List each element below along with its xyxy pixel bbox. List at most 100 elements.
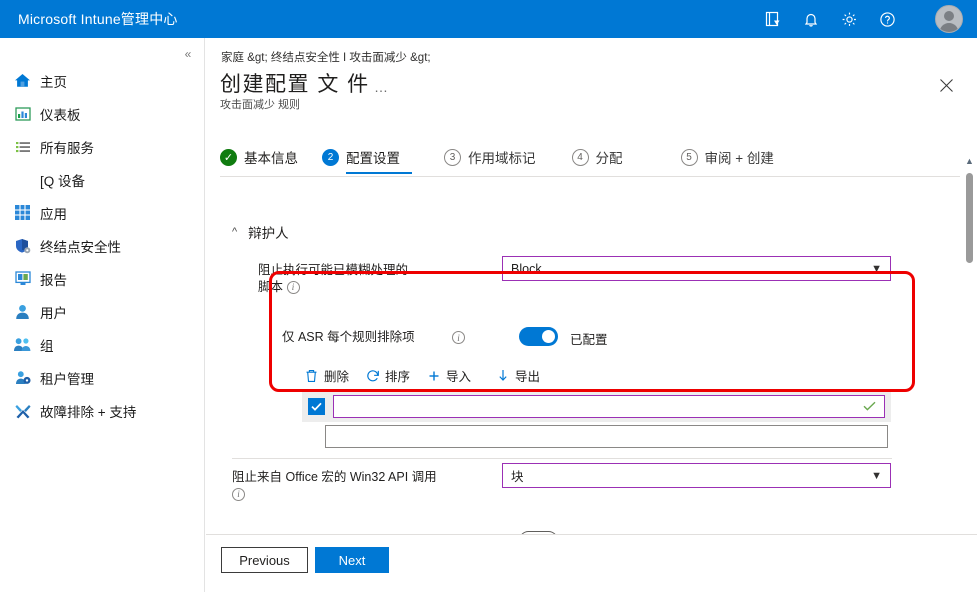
apps-grid-icon	[14, 204, 31, 221]
exclusion-path-input[interactable]	[333, 395, 885, 418]
step-number: 3	[444, 148, 461, 166]
feedback-icon[interactable]	[763, 9, 783, 29]
more-options-icon[interactable]: …	[374, 79, 390, 95]
chevron-up-icon: ^	[232, 225, 238, 238]
notifications-bell-icon[interactable]	[801, 9, 821, 29]
dashboard-chart-icon	[14, 105, 31, 122]
step-number: 2	[322, 148, 339, 166]
tenant-admin-icon	[14, 369, 31, 386]
breadcrumb[interactable]: 家庭 &gt; 终结点安全性 I 攻击面减少 &gt;	[221, 49, 431, 65]
sidebar-item-label: 故障排除 + 支持	[40, 404, 137, 420]
page-title: 创建配置 文 件	[220, 73, 370, 96]
asr-exclusions-label-1: 仅 ASR 每个规则排除项	[282, 330, 415, 344]
page-subtitle: 攻击面减少 规则	[220, 99, 301, 111]
command-label: 导出	[515, 370, 541, 384]
exclusion-row-2-input[interactable]	[325, 425, 888, 448]
sidebar-item-troubleshoot[interactable]: 故障排除 + 支持	[0, 394, 204, 427]
sidebar-item-devices[interactable]: [Q 设备	[0, 163, 204, 196]
field-office-macro-win32-dropdown[interactable]: 块 ▼	[502, 463, 891, 488]
header-divider	[220, 176, 960, 177]
sidebar-item-groups[interactable]: 组	[0, 328, 204, 361]
troubleshoot-wrench-icon	[14, 402, 31, 419]
field-label-line1: 阻止执行可能已模糊处理的	[258, 263, 409, 277]
sidebar-item-label: 主页	[40, 74, 67, 90]
sidebar-item-label: 所有服务	[40, 140, 94, 156]
step-assignments[interactable]: 4 分配	[571, 138, 623, 176]
info-icon[interactable]: i	[232, 488, 245, 502]
step-label: 配置设置	[346, 151, 400, 166]
info-icon[interactable]: i	[452, 331, 465, 344]
valid-green-check-icon	[863, 400, 876, 414]
info-icon[interactable]: i	[286, 281, 300, 295]
help-question-icon[interactable]	[877, 9, 897, 29]
top-header-bar: Microsoft Intune管理中心	[0, 0, 977, 38]
export-button[interactable]: 导出	[495, 366, 540, 385]
trash-delete-icon	[304, 368, 319, 383]
sort-button[interactable]: 排序	[365, 366, 410, 385]
app-title: Microsoft Intune管理中心	[18, 11, 178, 27]
delete-button[interactable]: 删除	[304, 366, 349, 385]
header-actions	[763, 0, 977, 38]
field-office-macro-win32-label: 阻止来自 Office 宏的 Win32 API 调用 i	[232, 469, 482, 503]
form-divider	[232, 458, 892, 459]
all-services-list-icon	[14, 138, 31, 155]
settings-gear-icon[interactable]	[839, 9, 859, 29]
sidebar-item-all-services[interactable]: 所有服务	[0, 130, 204, 163]
next-button[interactable]: Next	[315, 547, 389, 573]
groups-people-icon	[14, 336, 31, 353]
step-configuration-settings[interactable]: 2 配置设置	[322, 138, 412, 176]
sidebar-item-reports[interactable]: 报告	[0, 262, 204, 295]
intune-admin-center-page: Microsoft Intune管理中心 « 主页 仪表板 所有服务 [Q 设备…	[0, 0, 977, 592]
close-icon[interactable]	[935, 74, 957, 96]
step-review-create[interactable]: 5 审阅 + 创建	[680, 138, 774, 176]
dropdown-value: 块	[511, 470, 524, 484]
users-person-icon	[14, 303, 31, 320]
devices-icon	[14, 171, 31, 188]
reports-monitor-icon	[14, 270, 31, 287]
step-number: 5	[680, 148, 698, 166]
dropdown-value: Block	[511, 261, 542, 276]
asr-toggle-state-1: 已配置	[570, 333, 608, 347]
step-scope-tags[interactable]: 3 作用域标记	[444, 138, 536, 176]
section-defender-header[interactable]: ^ 辩护人	[232, 222, 289, 242]
field-label-line2: 脚本	[258, 280, 284, 294]
command-label: 导入	[446, 370, 472, 384]
section-title: 辩护人	[248, 226, 289, 241]
home-icon	[14, 72, 31, 89]
step-label: 分配	[595, 151, 623, 166]
sidebar-item-apps[interactable]: 应用	[0, 196, 204, 229]
command-label: 删除	[324, 370, 350, 384]
scroll-up-arrow-icon[interactable]: ▲	[965, 156, 974, 166]
field-obfuscated-scripts-dropdown[interactable]: Block ▼	[502, 256, 891, 281]
checkbox-checked-icon[interactable]	[308, 398, 325, 415]
field-obfuscated-scripts-label: 阻止执行可能已模糊处理的 脚本 i	[258, 262, 488, 296]
wizard-footer: Previous Next	[206, 534, 977, 592]
step-label: 基本信息	[244, 151, 298, 166]
chevron-down-icon: ▼	[871, 262, 882, 275]
sidebar-item-label: 应用	[40, 206, 67, 222]
sidebar-item-home[interactable]: 主页	[0, 64, 204, 97]
settings-form: ^ 辩护人 阻止执行可能已模糊处理的 脚本 i Block ▼ 仅 ASR 每个…	[206, 180, 977, 552]
scrollbar-thumb[interactable]	[966, 173, 973, 263]
sidebar-item-tenant-admin[interactable]: 租户管理	[0, 361, 204, 394]
sidebar-item-dashboard[interactable]: 仪表板	[0, 97, 204, 130]
sidebar-item-users[interactable]: 用户	[0, 295, 204, 328]
step-basics[interactable]: ✓ 基本信息	[220, 138, 298, 176]
user-avatar[interactable]	[935, 5, 963, 33]
sidebar-item-label: 组	[40, 338, 54, 354]
asr-exclusions-toggle-1[interactable]	[519, 327, 558, 346]
refresh-sort-icon	[365, 368, 380, 383]
create-profile-blade: 家庭 &gt; 终结点安全性 I 攻击面减少 &gt; 创建配置 文 件 … 攻…	[206, 38, 977, 592]
import-button[interactable]: 导入	[426, 366, 471, 385]
left-sidebar: « 主页 仪表板 所有服务 [Q 设备 应用 终结点安全性 报告 用户 组 租户…	[0, 38, 205, 592]
previous-button[interactable]: Previous	[221, 547, 308, 573]
sidebar-item-endpoint-security[interactable]: 终结点安全性	[0, 229, 204, 262]
blade-scrollbar[interactable]: ▲	[962, 156, 977, 556]
step-number: 4	[571, 148, 589, 166]
step-label: 审阅 + 创建	[704, 151, 774, 166]
endpoint-security-shield-icon	[14, 237, 31, 254]
command-label: 排序	[385, 370, 411, 384]
sidebar-item-label: 报告	[40, 272, 67, 288]
sidebar-collapse-icon[interactable]: «	[178, 44, 198, 64]
sidebar-item-label: 租户管理	[40, 371, 94, 387]
